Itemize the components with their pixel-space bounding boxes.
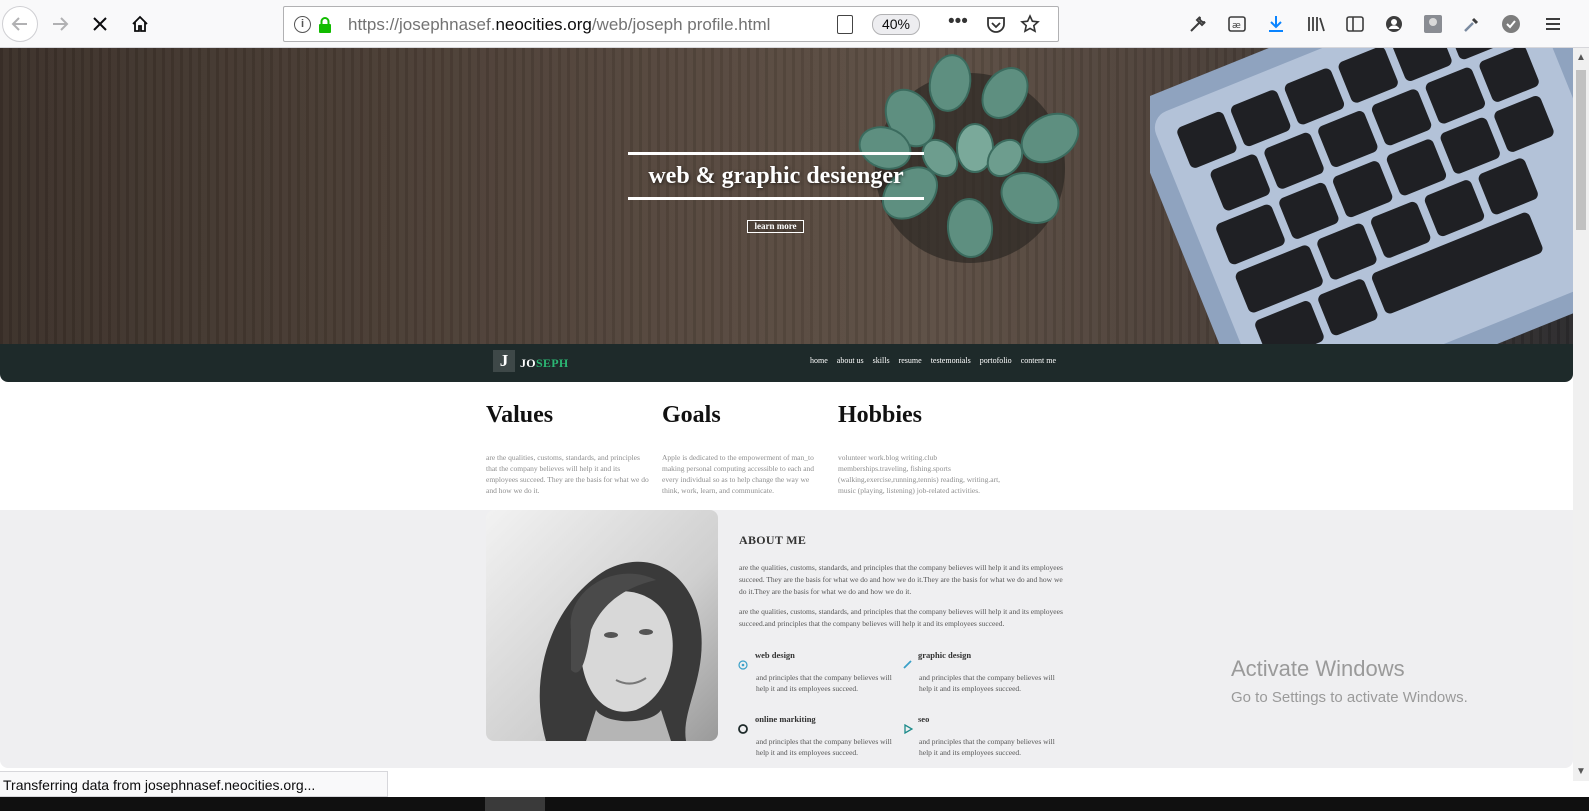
status-bar: Transferring data from josephnasef.neoci… — [0, 771, 388, 797]
logo-mark[interactable]: J — [493, 350, 515, 372]
dictionary-icon[interactable]: æ — [1225, 12, 1249, 36]
zoom-level[interactable]: 40% — [872, 14, 920, 35]
sidebar-icon[interactable] — [1343, 12, 1367, 36]
about-paragraph-2: are the qualities, customs, standards, a… — [739, 607, 1063, 628]
logo-text[interactable]: JOSEPH — [520, 356, 568, 371]
service-title-online-markiting: online markiting — [755, 714, 816, 724]
hobbies-column: Hobbies volunteer work.blog writing.club… — [838, 402, 1000, 495]
nav-link-testemonials[interactable]: testemonials — [931, 356, 971, 365]
bookmark-star-icon[interactable] — [1020, 14, 1040, 34]
check-extension-icon[interactable] — [1499, 12, 1523, 36]
home-button[interactable] — [122, 6, 158, 42]
url-bar[interactable]: i https://josephnasef.neocities.org/web/… — [283, 6, 1059, 42]
activate-windows-subtitle: Go to Settings to activate Windows. — [1231, 689, 1468, 706]
pocket-icon[interactable] — [986, 16, 1006, 34]
values-title: Values — [486, 402, 554, 428]
menu-icon[interactable] — [1541, 12, 1565, 36]
url-text[interactable]: https://josephnasef.neocities.org/web/jo… — [348, 15, 770, 35]
taskbar-active-item[interactable] — [485, 797, 545, 811]
compass-icon — [738, 660, 748, 670]
more-actions-icon[interactable]: ••• — [948, 11, 968, 33]
extension-avatar-icon[interactable] — [1421, 12, 1445, 36]
values-text: are the qualities, customs, standards, a… — [486, 453, 649, 495]
hero-banner: web & graphic desienger learn more — [0, 48, 1573, 344]
hero-title: web & graphic desienger — [648, 163, 904, 189]
service-title-web-design: web design — [755, 650, 795, 660]
arrow-right-icon — [53, 17, 69, 31]
learn-more-button[interactable]: learn more — [747, 220, 804, 233]
eyedropper-icon[interactable] — [1460, 12, 1484, 36]
svg-text:æ: æ — [1232, 21, 1241, 31]
hobbies-text: volunteer work.blog writing.club members… — [838, 453, 1001, 495]
portrait-photo — [486, 510, 718, 741]
hobbies-title: Hobbies — [838, 402, 923, 428]
page-scrollbar[interactable]: ▲ ▼ — [1573, 48, 1589, 781]
values-column: Values are the qualities, customs, stand… — [486, 402, 649, 495]
nav-link-resume[interactable]: resume — [899, 356, 922, 365]
circle-icon — [738, 724, 748, 734]
about-me-heading: ABOUT ME — [739, 533, 807, 547]
windows-taskbar — [0, 797, 1589, 811]
service-text-online-markiting: and principles that the company believes… — [756, 737, 892, 757]
service-text-seo: and principles that the company believes… — [919, 737, 1055, 757]
about-paragraph-1: are the qualities, customs, standards, a… — [739, 563, 1063, 596]
browser-toolbar: i https://josephnasef.neocities.org/web/… — [0, 0, 1589, 48]
account-icon[interactable] — [1382, 12, 1406, 36]
activate-windows-title: Activate Windows — [1231, 656, 1405, 681]
download-icon[interactable] — [1264, 12, 1288, 36]
scroll-thumb[interactable] — [1576, 70, 1586, 230]
laptop-keyboard-image — [1150, 48, 1573, 344]
lock-icon[interactable] — [318, 17, 332, 33]
nav-link-content-me[interactable]: content me — [1021, 356, 1056, 365]
library-icon[interactable] — [1304, 12, 1328, 36]
service-text-graphic-design: and principles that the company believes… — [919, 673, 1055, 693]
stop-button[interactable] — [82, 6, 118, 42]
nav-link-home[interactable]: home — [810, 356, 828, 365]
nav-link-portofolio[interactable]: portofolio — [980, 356, 1012, 365]
reader-view-icon[interactable] — [837, 15, 853, 34]
scroll-up-arrow-icon[interactable]: ▲ — [1576, 52, 1586, 63]
goals-text: Apple is dedicated to the empowerment of… — [662, 453, 815, 495]
close-icon — [93, 17, 107, 31]
pencil-icon — [903, 660, 912, 669]
info-icon[interactable]: i — [294, 16, 311, 33]
arrow-left-icon — [11, 17, 27, 31]
forward-button[interactable] — [42, 6, 78, 42]
nav-links: home about us skills resume testemonials… — [810, 356, 1056, 365]
nav-link-about-us[interactable]: about us — [837, 356, 864, 365]
back-button[interactable] — [2, 6, 38, 42]
nav-link-skills[interactable]: skills — [873, 356, 890, 365]
home-icon — [132, 15, 148, 32]
service-title-seo: seo — [918, 714, 930, 724]
wrench-icon[interactable] — [1186, 12, 1210, 36]
service-text-web-design: and principles that the company believes… — [756, 673, 892, 693]
about-section: ABOUT ME are the qualities, customs, sta… — [0, 510, 1573, 768]
service-title-graphic-design: graphic design — [918, 650, 972, 660]
site-navbar: J JOSEPH home about us skills resume tes… — [0, 344, 1573, 382]
goals-title: Goals — [662, 402, 721, 428]
play-icon — [904, 724, 913, 734]
goals-column: Goals Apple is dedicated to the empowerm… — [662, 402, 814, 495]
hero-title-frame: web & graphic desienger — [628, 152, 924, 200]
scroll-down-arrow-icon[interactable]: ▼ — [1576, 766, 1586, 777]
